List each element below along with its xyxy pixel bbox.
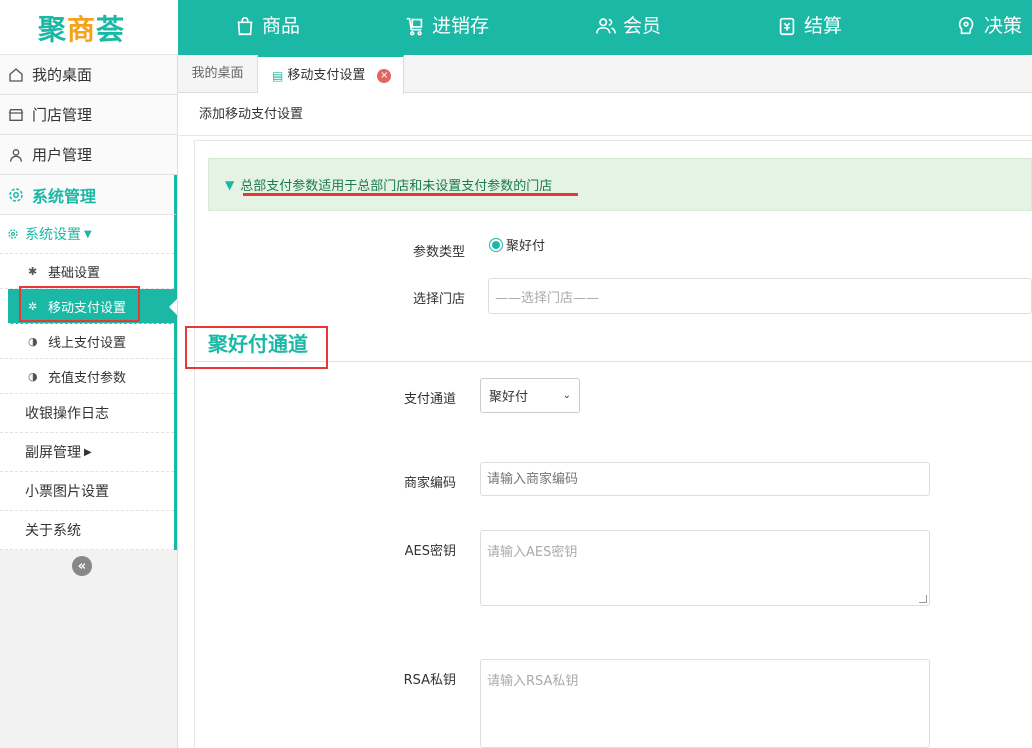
sidebar-item-label: 我的桌面 (32, 66, 93, 84)
filter-icon: ▼ (225, 177, 235, 192)
submenu-item-label: 收银操作日志 (25, 406, 109, 422)
gear-icon (0, 228, 25, 240)
logo-char-1: 聚 (38, 13, 68, 46)
submenu-item-cashier-log[interactable]: 收银操作日志 (0, 394, 174, 433)
logo-char-3: 荟 (96, 13, 126, 46)
home-icon (0, 67, 32, 83)
radio-selected-icon (489, 237, 503, 252)
submenu-item-label: 关于系统 (25, 523, 81, 539)
notice-highlight-underline (243, 193, 578, 196)
param-type-radio[interactable]: 聚好付 (489, 235, 545, 254)
inventory-icon (406, 17, 423, 36)
shopping-bag-icon (237, 16, 253, 36)
nav-goods-label: 商品 (262, 15, 301, 37)
members-icon (596, 18, 616, 34)
sidebar-item-store[interactable]: 门店管理 (0, 95, 177, 135)
submenu-item-label: 副屏管理 (25, 445, 81, 461)
merchant-input[interactable] (480, 462, 930, 496)
submenu-item-recharge-pay[interactable]: ◑ 充值支付参数 (0, 359, 174, 394)
submenu-item-label: 线上支付设置 (48, 335, 127, 351)
aes-textarea[interactable]: 请输入AES密钥 (480, 530, 930, 606)
sidebar-item-system[interactable]: 系统管理 (0, 175, 177, 215)
submenu-head-label: 系统设置 (25, 227, 81, 243)
settlement-icon (779, 17, 795, 36)
collapse-sidebar-icon[interactable]: « (72, 556, 92, 576)
sidebar: 我的桌面 门店管理 用户管理 系统管理 系统设置 ▼ ✱ 基础设置 ✲ 移动支付… (0, 55, 178, 748)
highlight-box-section (185, 326, 328, 369)
channel-select-value: 聚好付 (489, 390, 529, 405)
close-icon[interactable]: × (377, 68, 392, 83)
notice-text: 总部支付参数适用于总部门店和未设置支付参数的门店 (240, 179, 553, 194)
submenu-item-online-pay[interactable]: ◑ 线上支付设置 (0, 324, 174, 359)
sidebar-item-users[interactable]: 用户管理 (0, 135, 177, 175)
submenu-item-label: 小票图片设置 (25, 484, 109, 500)
store-icon (0, 107, 32, 123)
user-icon (0, 146, 32, 164)
highlight-box-mobile-pay (19, 286, 140, 322)
sidebar-item-desktop[interactable]: 我的桌面 (0, 55, 177, 95)
sidebar-item-label: 系统管理 (32, 186, 97, 206)
nav-settlement[interactable]: 结算 (776, 11, 842, 41)
tab-mobile-pay[interactable]: ▤ 移动支付设置 × (258, 55, 404, 94)
chevron-down-icon: ⌄ (562, 390, 571, 401)
submenu-item-secondary-screen[interactable]: 副屏管理 ▶ (0, 433, 174, 472)
merchant-label: 商家编码 (403, 476, 456, 491)
resize-handle-icon[interactable] (919, 595, 927, 603)
nav-inventory[interactable]: 进销存 (404, 11, 489, 41)
nav-decision-label: 决策 (984, 15, 1023, 37)
top-navigation-bar: 聚商荟 商品 进销存 会员 结算 决策 (0, 0, 1032, 55)
gear-icon (0, 186, 32, 204)
submenu-item-label: 充值支付参数 (48, 370, 127, 386)
rsa-label: RSA私钥 (403, 673, 456, 688)
content-panel (194, 140, 1032, 748)
aes-placeholder: 请输入AES密钥 (487, 545, 578, 560)
gear-icon: ✱ (28, 264, 38, 278)
breadcrumb: 添加移动支付设置 (178, 94, 1032, 136)
half-circle-icon: ◑ (28, 369, 38, 383)
system-submenu: 系统设置 ▼ ✱ 基础设置 ✲ 移动支付设置 ◑ 线上支付设置 ◑ 充值支付参数… (0, 215, 177, 550)
submenu-item-receipt-image[interactable]: 小票图片设置 (0, 472, 174, 511)
store-select[interactable]: ——选择门店—— (488, 278, 1032, 314)
nav-members-label: 会员 (623, 15, 662, 37)
caret-right-icon: ▶ (84, 446, 92, 458)
nav-settlement-label: 结算 (804, 15, 843, 37)
nav-decision[interactable]: 决策 (956, 11, 1022, 41)
store-label: 选择门店 (412, 292, 465, 307)
submenu-system-settings[interactable]: 系统设置 ▼ (0, 215, 174, 254)
tab-label: 移动支付设置 (287, 67, 366, 83)
radio-label: 聚好付 (506, 239, 546, 254)
document-icon: ▤ (272, 68, 284, 83)
channel-select[interactable]: 聚好付 ⌄ (480, 378, 580, 413)
nav-inventory-label: 进销存 (432, 15, 490, 37)
decision-icon (958, 17, 974, 35)
sidebar-item-label: 用户管理 (32, 146, 93, 164)
channel-label: 支付通道 (403, 392, 456, 407)
half-circle-icon: ◑ (28, 334, 38, 348)
aes-label: AES密钥 (404, 544, 456, 559)
rsa-placeholder: 请输入RSA私钥 (487, 674, 579, 689)
nav-members[interactable]: 会员 (595, 11, 661, 41)
store-select-placeholder: ——选择门店—— (495, 290, 600, 306)
sidebar-item-label: 门店管理 (32, 106, 93, 124)
tab-desktop[interactable]: 我的桌面 (178, 55, 258, 93)
param-type-label: 参数类型 (412, 245, 465, 260)
logo-area: 聚商荟 (0, 0, 178, 55)
breadcrumb-label: 添加移动支付设置 (199, 107, 304, 122)
submenu-item-basic[interactable]: ✱ 基础设置 (0, 254, 174, 289)
logo[interactable]: 聚商荟 (38, 8, 125, 48)
submenu-item-about[interactable]: 关于系统 (0, 511, 174, 550)
rsa-textarea[interactable]: 请输入RSA私钥 (480, 659, 930, 748)
tab-bar: 我的桌面 ▤ 移动支付设置 × (178, 55, 1032, 94)
logo-char-2: 商 (67, 13, 97, 46)
caret-down-icon: ▼ (84, 228, 92, 240)
nav-goods[interactable]: 商品 (234, 11, 300, 41)
notice-banner: ▼ 总部支付参数适用于总部门店和未设置支付参数的门店 (208, 158, 1032, 211)
submenu-item-label: 基础设置 (48, 265, 101, 281)
